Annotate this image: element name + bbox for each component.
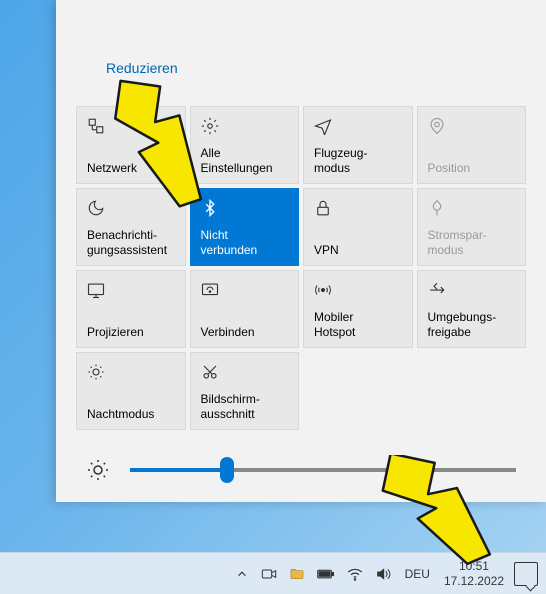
tile-location[interactable]: Position (417, 106, 527, 184)
tile-label: Nachtmodus (87, 407, 175, 421)
wifi-icon[interactable] (347, 566, 363, 582)
slider-thumb[interactable] (220, 457, 234, 483)
airplane-icon (314, 115, 402, 137)
tile-project[interactable]: Projizieren (76, 270, 186, 348)
tile-all-settings[interactable]: Alle Einstellungen (190, 106, 300, 184)
tile-label: Mobiler Hotspot (314, 310, 402, 339)
reduce-link[interactable]: Reduzieren (106, 60, 178, 76)
quick-action-tiles: Netzwerk Alle Einstellungen Flugzeug- mo… (76, 106, 526, 430)
clock[interactable]: 10:51 17.12.2022 (444, 559, 504, 588)
system-tray (235, 566, 391, 582)
moon-icon (87, 197, 175, 219)
tile-label: Bildschirm- ausschnitt (201, 392, 289, 421)
taskbar: DEU 10:51 17.12.2022 (0, 552, 546, 594)
tile-airplane-mode[interactable]: Flugzeug- modus (303, 106, 413, 184)
language-indicator[interactable]: DEU (401, 567, 434, 581)
brightness-control (76, 458, 526, 482)
tile-connect[interactable]: Verbinden (190, 270, 300, 348)
battery-saver-icon (428, 197, 516, 219)
tile-battery-saver[interactable]: Stromspar- modus (417, 188, 527, 266)
tile-label: Flugzeug- modus (314, 146, 402, 175)
brightness-slider[interactable] (130, 468, 516, 472)
slider-fill (130, 468, 227, 472)
tile-label: VPN (314, 243, 402, 257)
hotspot-icon (314, 279, 402, 301)
tile-nearby-sharing[interactable]: Umgebungs- freigabe (417, 270, 527, 348)
network-icon (87, 115, 175, 137)
location-icon (428, 115, 516, 137)
project-icon (87, 279, 175, 301)
tray-overflow-icon[interactable] (235, 567, 249, 581)
tile-label: Nicht verbunden (201, 228, 289, 257)
brightness-icon (86, 458, 110, 482)
volume-icon[interactable] (375, 566, 391, 582)
battery-icon[interactable] (317, 567, 335, 581)
tile-label: Umgebungs- freigabe (428, 310, 516, 339)
meet-now-icon[interactable] (261, 566, 277, 582)
tile-label: Benachrichti- gungsassistent (87, 228, 175, 257)
nearby-sharing-icon (428, 279, 516, 301)
tile-label: Verbinden (201, 325, 289, 339)
tile-network[interactable]: Netzwerk (76, 106, 186, 184)
bluetooth-icon (201, 197, 289, 219)
tile-label: Netzwerk (87, 161, 175, 175)
vpn-icon (314, 197, 402, 219)
explorer-icon[interactable] (289, 566, 305, 582)
tile-label: Projizieren (87, 325, 175, 339)
tile-mobile-hotspot[interactable]: Mobiler Hotspot (303, 270, 413, 348)
tile-night-light[interactable]: Nachtmodus (76, 352, 186, 430)
night-light-icon (87, 361, 175, 383)
gear-icon (201, 115, 289, 137)
action-center-button[interactable] (514, 562, 538, 586)
tile-vpn[interactable]: VPN (303, 188, 413, 266)
tile-screen-snip[interactable]: Bildschirm- ausschnitt (190, 352, 300, 430)
connect-icon (201, 279, 289, 301)
action-center-panel: Reduzieren Netzwerk Alle Einstellungen F… (56, 0, 546, 502)
snip-icon (201, 361, 289, 383)
tile-label: Stromspar- modus (428, 228, 516, 257)
tile-focus-assist[interactable]: Benachrichti- gungsassistent (76, 188, 186, 266)
tile-bluetooth[interactable]: Nicht verbunden (190, 188, 300, 266)
tile-label: Alle Einstellungen (201, 146, 289, 175)
clock-date: 17.12.2022 (444, 574, 504, 588)
clock-time: 10:51 (444, 559, 504, 573)
tile-label: Position (428, 161, 516, 175)
